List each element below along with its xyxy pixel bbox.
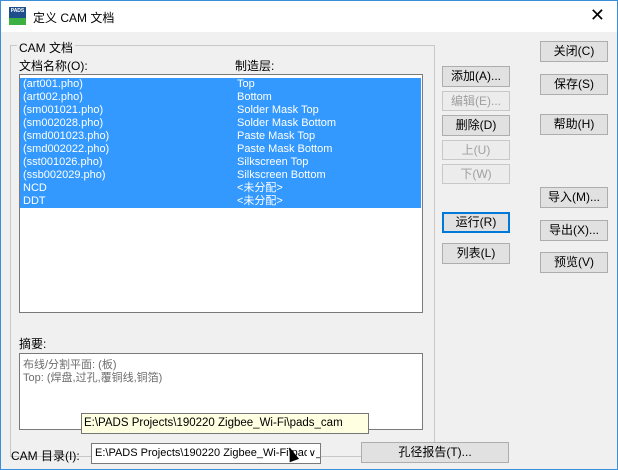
list-item[interactable]: DDT <未分配> (20, 195, 421, 208)
move-down-button[interactable]: 下(W) (442, 164, 510, 184)
preview-button[interactable]: 预览(V) (540, 252, 608, 273)
layer-name: Top (237, 78, 255, 90)
layer-name: Silkscreen Bottom (237, 169, 326, 181)
document-name: (sm001021.pho) (23, 104, 104, 116)
layer-name: Bottom (237, 91, 272, 103)
document-name: (sst001026.pho) (23, 156, 103, 168)
drill-report-button[interactable]: 孔径报告(T)... (361, 442, 509, 463)
layer-name: Silkscreen Top (237, 156, 309, 168)
cam-directory-label: CAM 目录(I): (11, 449, 80, 463)
document-name: (sm002028.pho) (23, 117, 104, 129)
title-bar: PADS 定义 CAM 文档 ✕ (1, 1, 617, 32)
list-item[interactable]: (smd001023.pho) Paste Mask Top (20, 130, 421, 143)
dialog-window: PADS 定义 CAM 文档 ✕ CAM 文档 文档名称(O): 制造层: (a… (0, 0, 618, 470)
list-item[interactable]: (ssb002029.pho) Silkscreen Bottom (20, 169, 421, 182)
document-name: (smd002022.pho) (23, 143, 110, 155)
document-name: NCD (23, 182, 47, 194)
list-item[interactable]: NCD <未分配> (20, 182, 421, 195)
path-tooltip: E:\PADS Projects\190220 Zigbee_Wi-Fi\pad… (81, 413, 369, 434)
app-icon-text: PADS (10, 8, 25, 14)
group-legend: CAM 文档 (17, 39, 76, 56)
add-button[interactable]: 添加(A)... (442, 66, 510, 87)
chevron-down-icon[interactable]: ∨ (306, 444, 316, 463)
layer-name: Solder Mask Bottom (237, 117, 337, 129)
list-item[interactable]: (sm001021.pho) Solder Mask Top (20, 104, 421, 117)
list-item[interactable]: (art001.pho) Top (20, 78, 421, 91)
window-title: 定义 CAM 文档 (33, 11, 115, 25)
list-item[interactable]: (sst001026.pho) Silkscreen Top (20, 156, 421, 169)
export-button[interactable]: 导出(X)... (540, 220, 608, 241)
layer-name: <未分配> (237, 195, 283, 207)
document-list[interactable]: (art001.pho) Top (art002.pho) Bottom (sm0010… (19, 74, 423, 313)
list-item[interactable]: (art002.pho) Bottom (20, 91, 421, 104)
list-item[interactable]: (sm002028.pho) Solder Mask Bottom (20, 117, 421, 130)
layer-name: <未分配> (237, 182, 283, 194)
list-item[interactable]: (smd002022.pho) Paste Mask Bottom (20, 143, 421, 156)
close-icon[interactable]: ✕ (590, 5, 605, 25)
summary-label: 摘要: (19, 337, 47, 351)
save-button[interactable]: 保存(S) (540, 74, 608, 95)
column-header-layer: 制造层: (235, 59, 275, 73)
layer-name: Solder Mask Top (237, 104, 319, 116)
document-name: DDT (23, 195, 46, 207)
help-button[interactable]: 帮助(H) (540, 114, 608, 135)
close-button[interactable]: 关闭(C) (540, 41, 608, 62)
document-name: (ssb002029.pho) (23, 169, 106, 181)
move-up-button[interactable]: 上(U) (442, 140, 510, 160)
document-name: (smd001023.pho) (23, 130, 110, 142)
document-name: (art002.pho) (23, 91, 83, 103)
layer-name: Paste Mask Bottom (237, 143, 333, 155)
delete-button[interactable]: 删除(D) (442, 115, 510, 136)
run-button[interactable]: 运行(R) (442, 212, 510, 233)
edit-button[interactable]: 编辑(E)... (442, 91, 510, 111)
column-header-name: 文档名称(O): (19, 59, 88, 73)
layer-name: Paste Mask Top (237, 130, 316, 142)
import-button[interactable]: 导入(M)... (540, 187, 608, 208)
document-name: (art001.pho) (23, 78, 83, 90)
selected-rows: (art001.pho) Top (art002.pho) Bottom (sm0010… (20, 78, 421, 208)
summary-line: Top: (焊盘,过孔,覆铜线,铜箔) (23, 372, 163, 384)
list-button[interactable]: 列表(L) (442, 243, 510, 264)
pads-app-icon: PADS (9, 7, 26, 25)
